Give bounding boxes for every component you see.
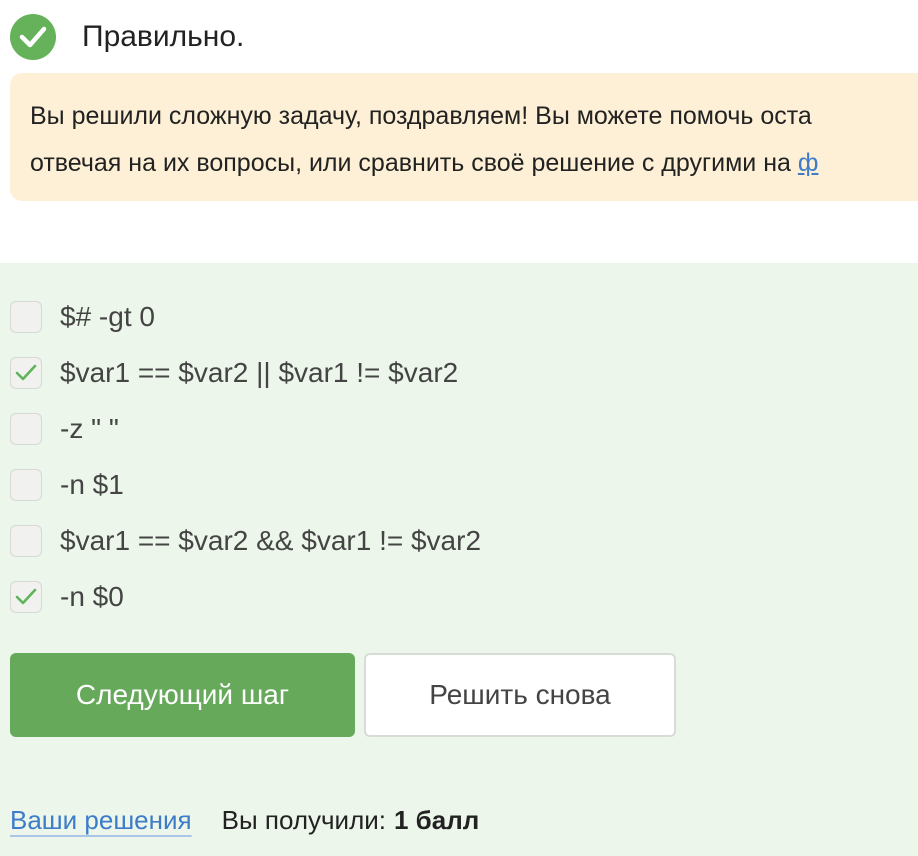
score-label: Вы получили: [221, 804, 386, 835]
next-step-button[interactable]: Следующий шаг [10, 653, 355, 737]
footer: Ваши решения Вы получили: 1 балл [10, 800, 479, 840]
option-checkbox[interactable] [10, 525, 42, 557]
option-checkbox[interactable] [10, 581, 42, 613]
score-value: 1 балл [394, 804, 480, 835]
answers-panel: $# -gt 0 $var1 == $var2 || $var1 != $var… [0, 263, 918, 856]
congrats-notice: Вы решили сложную задачу, поздравляем! В… [10, 73, 918, 201]
option-2[interactable]: -z " " [10, 412, 119, 446]
option-label: -n $0 [60, 581, 124, 612]
option-checkbox[interactable] [10, 469, 42, 501]
page: Правильно. Вы решили сложную задачу, поз… [0, 0, 918, 856]
option-label: $var1 == $var2 || $var1 != $var2 [60, 357, 459, 388]
notice-line-1: Вы решили сложную задачу, поздравляем! В… [30, 102, 812, 130]
notice-line-2: отвечая на их вопросы, или сравнить своё… [30, 140, 918, 187]
checkmark-icon [19, 26, 47, 48]
option-4[interactable]: $var1 == $var2 && $var1 != $var2 [10, 524, 481, 558]
option-checkbox[interactable] [10, 357, 42, 389]
option-label: $# -gt 0 [60, 301, 155, 332]
checkmark-icon [15, 588, 37, 605]
option-checkbox[interactable] [10, 413, 42, 445]
option-1[interactable]: $var1 == $var2 || $var1 != $var2 [10, 356, 458, 390]
check-circle-icon [10, 14, 56, 60]
your-solutions-link[interactable]: Ваши решения [10, 805, 192, 836]
notice-line-2-text: отвечая на их вопросы, или сравнить своё… [30, 149, 798, 177]
result-status: Правильно. [10, 14, 244, 60]
status-text: Правильно. [82, 20, 245, 53]
forum-link[interactable]: ф [798, 149, 819, 177]
option-label: -z " " [60, 413, 119, 444]
option-5[interactable]: -n $0 [10, 580, 124, 614]
option-checkbox[interactable] [10, 301, 42, 333]
solve-again-button[interactable]: Решить снова [364, 653, 676, 737]
option-3[interactable]: -n $1 [10, 468, 124, 502]
option-0[interactable]: $# -gt 0 [10, 300, 155, 334]
option-label: -n $1 [60, 469, 124, 500]
checkmark-icon [15, 364, 37, 381]
option-label: $var1 == $var2 && $var1 != $var2 [60, 525, 482, 556]
